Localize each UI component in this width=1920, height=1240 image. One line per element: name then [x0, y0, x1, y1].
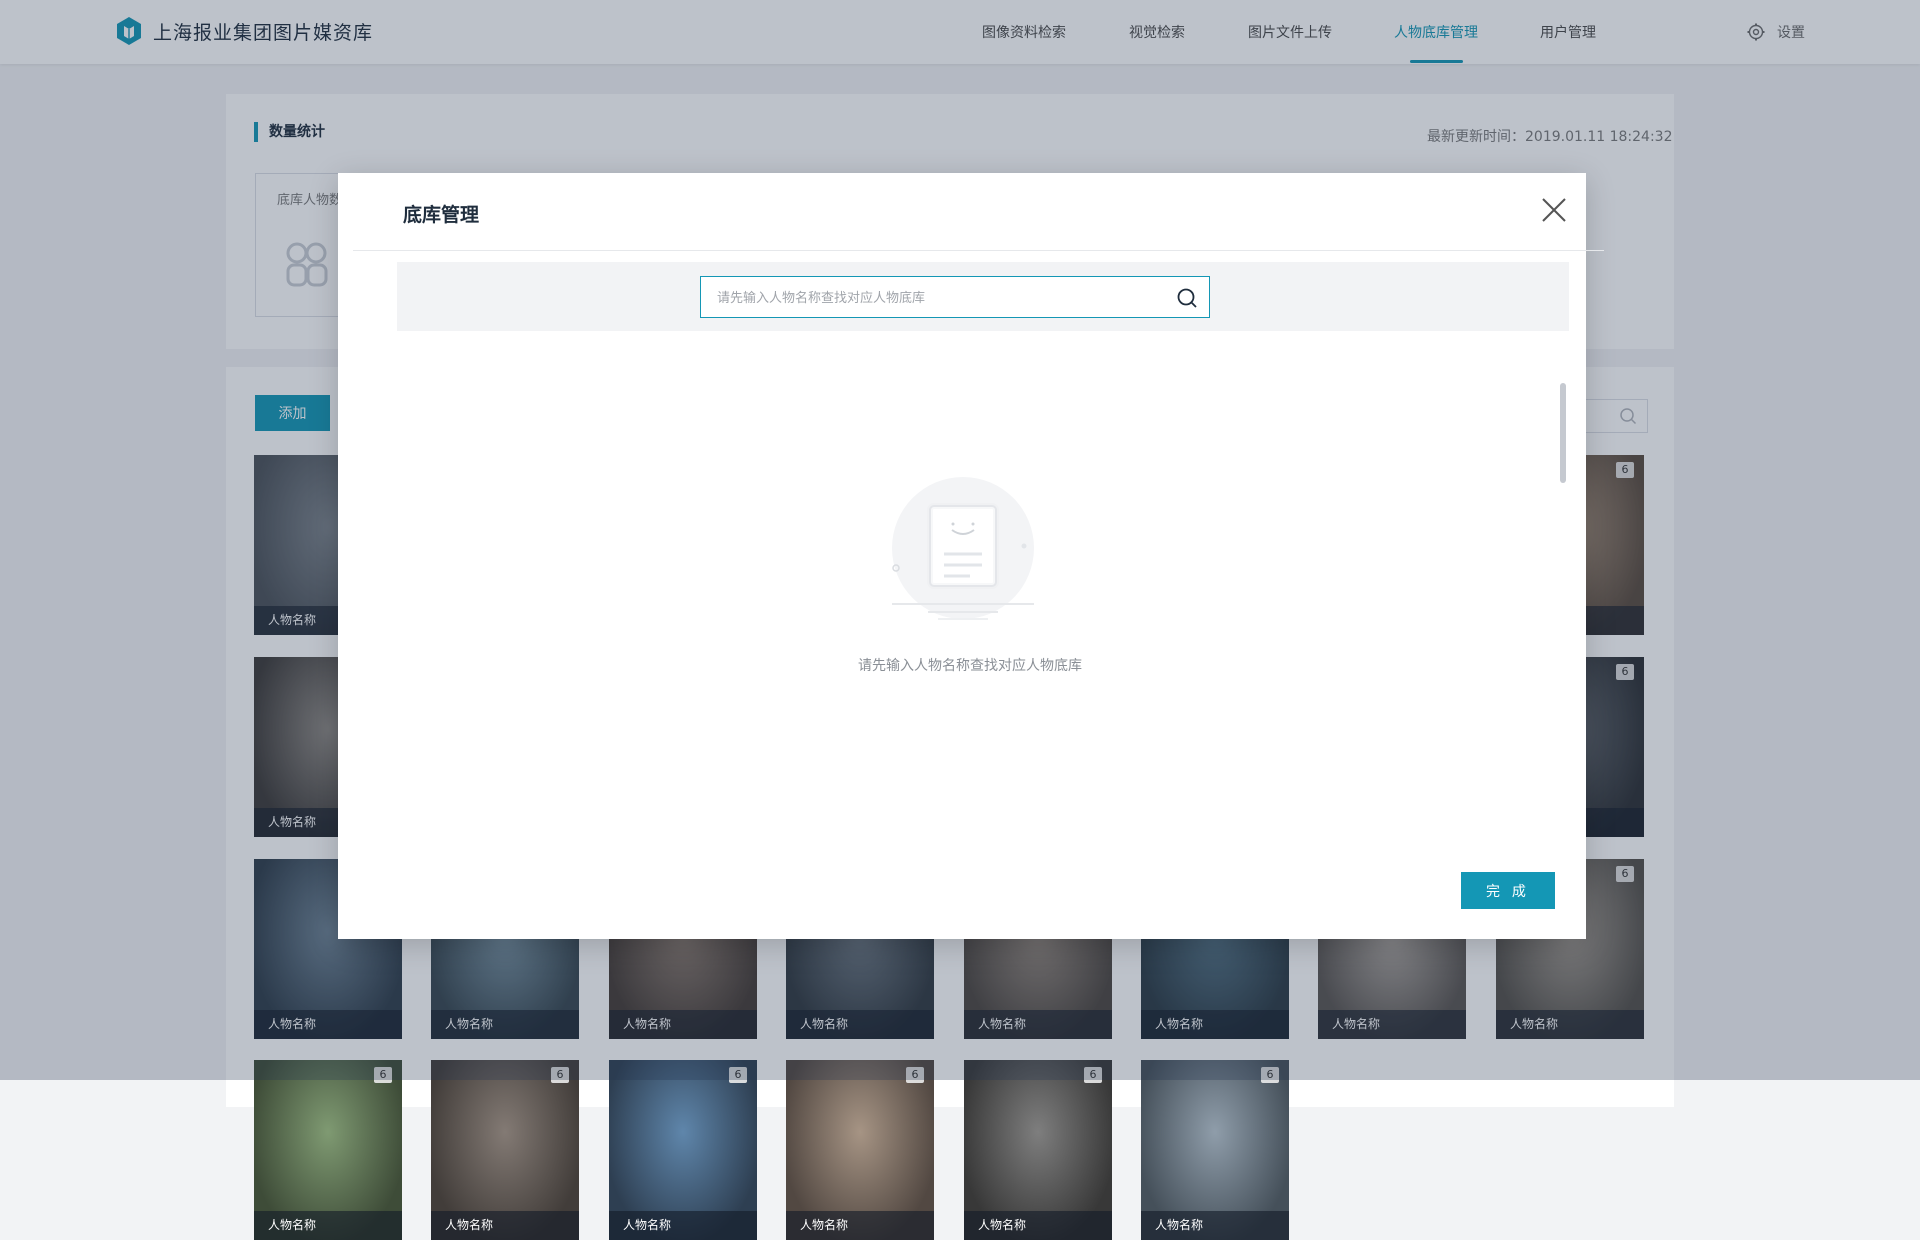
person-card[interactable]: 6人物名称	[431, 1060, 579, 1240]
person-card[interactable]: 6人物名称	[254, 1060, 402, 1240]
person-name: 人物名称	[431, 1211, 579, 1240]
person-name: 人物名称	[786, 1211, 934, 1240]
modal-title: 底库管理	[403, 204, 480, 226]
person-name: 人物名称	[964, 1211, 1112, 1240]
library-manage-modal: 底库管理 请先输入人物名称查找对应人物底库 完 成	[338, 173, 1604, 939]
person-name: 人物名称	[254, 1211, 402, 1240]
close-icon[interactable]	[1541, 197, 1567, 223]
person-search-box	[700, 276, 1210, 319]
person-card[interactable]: 6人物名称	[964, 1060, 1112, 1240]
modal-scrollbar[interactable]	[1560, 383, 1566, 483]
person-card[interactable]: 6人物名称	[786, 1060, 934, 1240]
person-name: 人物名称	[609, 1211, 757, 1240]
search-icon[interactable]	[1176, 287, 1198, 309]
modal-divider	[353, 250, 1604, 251]
empty-state-text: 请先输入人物名称查找对应人物底库	[858, 658, 1082, 674]
person-card[interactable]: 6人物名称	[1141, 1060, 1289, 1240]
person-card[interactable]: 6人物名称	[609, 1060, 757, 1240]
person-search-input[interactable]	[701, 277, 1179, 319]
empty-state-icon	[892, 477, 1034, 620]
person-name: 人物名称	[1141, 1211, 1289, 1240]
done-button[interactable]: 完 成	[1461, 872, 1555, 909]
